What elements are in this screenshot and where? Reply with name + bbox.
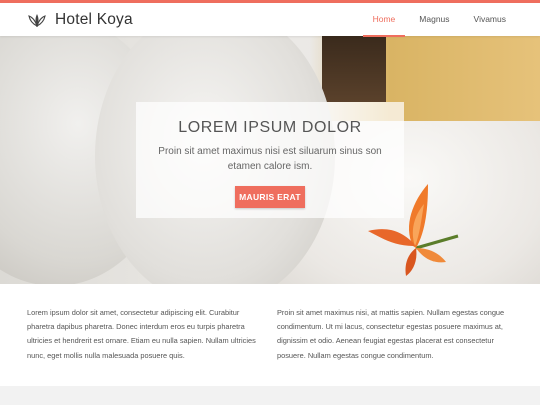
hero-cta-button[interactable]: MAURIS ERAT (235, 186, 305, 208)
hero-background-furniture (322, 36, 386, 102)
content-section: Lorem ipsum dolor sit amet, consectetur … (0, 306, 540, 376)
main-nav: Home Magnus Vivamus (359, 3, 516, 37)
lotus-icon (28, 13, 46, 27)
hero-banner: LOREM IPSUM DOLOR Proin sit amet maximus… (0, 36, 540, 284)
logo[interactable]: Hotel Koya (28, 11, 133, 29)
content-column-right: Proin sit amet maximus nisi, at mattis s… (277, 308, 505, 360)
nav-home[interactable]: Home (362, 3, 406, 37)
site-header: Hotel Koya Home Magnus Vivamus (0, 3, 540, 37)
hero-title: LOREM IPSUM DOLOR (178, 119, 362, 136)
footer-strip (0, 386, 540, 405)
hero-caption-box: LOREM IPSUM DOLOR Proin sit amet maximus… (136, 102, 404, 218)
content-column-left: Lorem ipsum dolor sit amet, consectetur … (27, 308, 256, 360)
nav-vivamus[interactable]: Vivamus (464, 3, 516, 36)
hero-subtitle: Proin sit amet maximus nisi est siluarum… (158, 146, 382, 172)
nav-magnus[interactable]: Magnus (409, 3, 459, 36)
brand-name: Hotel Koya (55, 10, 133, 28)
